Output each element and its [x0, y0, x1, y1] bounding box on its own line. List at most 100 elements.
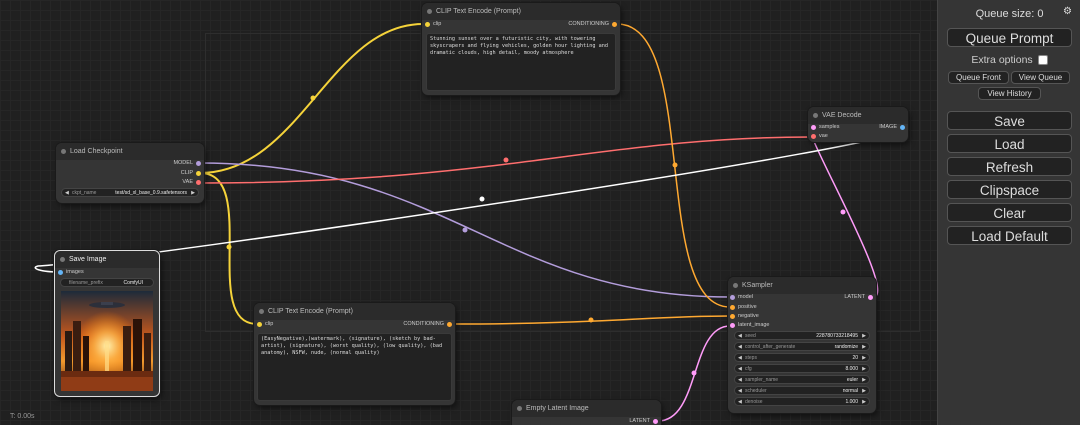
latent-pin-icon[interactable]: [653, 419, 658, 424]
filename-prefix-field[interactable]: filename_prefix ComfyUI: [60, 278, 154, 287]
input-slot-vae[interactable]: vae: [811, 132, 828, 141]
output-slot-latent[interactable]: LATENT: [844, 293, 873, 302]
arrow-left-icon[interactable]: ◀: [738, 376, 742, 385]
collapse-dot-icon[interactable]: [61, 149, 66, 154]
output-slot-image[interactable]: IMAGE: [879, 123, 905, 132]
extra-options-checkbox[interactable]: [1037, 55, 1048, 66]
collapse-dot-icon[interactable]: [813, 113, 818, 118]
node-empty-latent-image[interactable]: Empty Latent Image LATENT: [512, 400, 661, 425]
collapse-dot-icon[interactable]: [427, 9, 432, 14]
input-slot-clip[interactable]: clip: [425, 20, 441, 29]
prompt-textarea[interactable]: (EasyNegative),(watermark), (signature),…: [257, 333, 452, 401]
clipspace-button[interactable]: Clipspace: [947, 180, 1072, 199]
queue-size-label: Queue size: 0: [975, 8, 1044, 20]
image-pin-icon[interactable]: [900, 125, 905, 130]
conditioning-pin-icon[interactable]: [447, 322, 452, 327]
control-after-generate-widget[interactable]: ◀ control_after_generate randomize ▶: [734, 342, 870, 351]
input-slot-negative[interactable]: negative: [730, 312, 759, 321]
output-slot-clip[interactable]: CLIP: [181, 169, 201, 178]
arrow-right-icon[interactable]: ▶: [862, 387, 866, 396]
latent-pin-icon[interactable]: [811, 125, 816, 130]
link-latent-image: [657, 325, 731, 422]
arrow-right-icon[interactable]: ▶: [862, 354, 866, 363]
node-title[interactable]: CLIP Text Encode (Prompt): [422, 3, 620, 20]
node-title[interactable]: Save Image: [55, 251, 159, 268]
input-slot-model[interactable]: model: [730, 293, 753, 302]
arrow-right-icon[interactable]: ▶: [862, 365, 866, 374]
output-slot-vae[interactable]: VAE: [182, 178, 201, 187]
arrow-left-icon[interactable]: ◀: [738, 365, 742, 374]
image-pin-icon[interactable]: [58, 270, 63, 275]
node-title[interactable]: Load Checkpoint: [56, 143, 204, 160]
arrow-left-icon[interactable]: ◀: [738, 343, 742, 352]
latent-pin-icon[interactable]: [730, 323, 735, 328]
output-slot-conditioning[interactable]: CONDITIONING: [403, 320, 452, 329]
settings-gear-icon[interactable]: ⚙: [1063, 6, 1072, 17]
view-queue-button[interactable]: View Queue: [1011, 71, 1070, 84]
clip-pin-icon[interactable]: [257, 322, 262, 327]
node-clip-text-encode-positive[interactable]: CLIP Text Encode (Prompt) clip CONDITION…: [422, 3, 620, 95]
arrow-left-icon[interactable]: ◀: [65, 189, 69, 198]
node-ksampler[interactable]: KSampler model positive negative latent_…: [728, 277, 876, 413]
model-pin-icon[interactable]: [730, 295, 735, 300]
ckpt-name-combo[interactable]: ◀ ckpt_name test/sd_xl_base_0.9.safetens…: [61, 188, 199, 197]
conditioning-pin-icon[interactable]: [730, 305, 735, 310]
clip-pin-icon[interactable]: [425, 22, 430, 27]
link-conditioning-positive: [616, 23, 731, 308]
denoise-widget[interactable]: ◀ denoise 1.000 ▶: [734, 397, 870, 406]
arrow-left-icon[interactable]: ◀: [738, 387, 742, 396]
node-title[interactable]: VAE Decode: [808, 107, 908, 124]
load-button[interactable]: Load: [947, 134, 1072, 153]
node-canvas[interactable]: CLIP Text Encode (Prompt) clip CONDITION…: [0, 0, 937, 425]
arrow-right-icon[interactable]: ▶: [862, 376, 866, 385]
collapse-dot-icon[interactable]: [259, 309, 264, 314]
collapse-dot-icon[interactable]: [733, 283, 738, 288]
input-slot-samples[interactable]: samples: [811, 123, 839, 132]
arrow-right-icon[interactable]: ▶: [862, 332, 866, 341]
arrow-left-icon[interactable]: ◀: [738, 332, 742, 341]
node-vae-decode[interactable]: VAE Decode samples vae IMAGE: [808, 107, 908, 142]
sampler-name-widget[interactable]: ◀ sampler_name euler ▶: [734, 375, 870, 384]
input-slot-clip[interactable]: clip: [257, 320, 273, 329]
arrow-left-icon[interactable]: ◀: [738, 398, 742, 407]
sunset-city-image: [61, 291, 153, 391]
model-pin-icon[interactable]: [196, 161, 201, 166]
generated-image-preview[interactable]: [61, 291, 153, 391]
node-title[interactable]: Empty Latent Image: [512, 400, 661, 417]
vae-pin-icon[interactable]: [811, 134, 816, 139]
clip-pin-icon[interactable]: [196, 171, 201, 176]
latent-pin-icon[interactable]: [868, 295, 873, 300]
collapse-dot-icon[interactable]: [517, 406, 522, 411]
node-clip-text-encode-negative[interactable]: CLIP Text Encode (Prompt) clip CONDITION…: [254, 303, 455, 405]
save-button[interactable]: Save: [947, 111, 1072, 130]
arrow-left-icon[interactable]: ◀: [738, 354, 742, 363]
load-default-button[interactable]: Load Default: [947, 226, 1072, 245]
node-save-image[interactable]: Save Image images filename_prefix ComfyU…: [54, 250, 160, 397]
conditioning-pin-icon[interactable]: [730, 314, 735, 319]
conditioning-pin-icon[interactable]: [612, 22, 617, 27]
cfg-widget[interactable]: ◀ cfg 8.000 ▶: [734, 364, 870, 373]
scheduler-widget[interactable]: ◀ scheduler normal ▶: [734, 386, 870, 395]
collapse-dot-icon[interactable]: [60, 257, 65, 262]
refresh-button[interactable]: Refresh: [947, 157, 1072, 176]
input-slot-latent-image[interactable]: latent_image: [730, 321, 770, 330]
output-slot-conditioning[interactable]: CONDITIONING: [568, 20, 617, 29]
input-slot-images[interactable]: images: [58, 268, 84, 277]
node-title[interactable]: KSampler: [728, 277, 876, 294]
arrow-right-icon[interactable]: ▶: [862, 343, 866, 352]
clear-button[interactable]: Clear: [947, 203, 1072, 222]
queue-front-button[interactable]: Queue Front: [948, 71, 1009, 84]
output-slot-model[interactable]: MODEL: [173, 159, 201, 168]
vae-pin-icon[interactable]: [196, 180, 201, 185]
arrow-right-icon[interactable]: ▶: [862, 398, 866, 407]
seed-widget[interactable]: ◀ seed 228780733218495 ▶: [734, 331, 870, 340]
output-slot-latent[interactable]: LATENT: [629, 417, 658, 425]
queue-prompt-button[interactable]: Queue Prompt: [947, 28, 1072, 47]
node-title[interactable]: CLIP Text Encode (Prompt): [254, 303, 455, 320]
arrow-right-icon[interactable]: ▶: [191, 189, 195, 198]
prompt-textarea[interactable]: Stunning sunset over a futuristic city, …: [426, 33, 616, 91]
node-load-checkpoint[interactable]: Load Checkpoint MODEL CLIP VAE ◀ ckpt_na…: [56, 143, 204, 203]
steps-widget[interactable]: ◀ steps 20 ▶: [734, 353, 870, 362]
input-slot-positive[interactable]: positive: [730, 303, 757, 312]
view-history-button[interactable]: View History: [978, 87, 1041, 100]
